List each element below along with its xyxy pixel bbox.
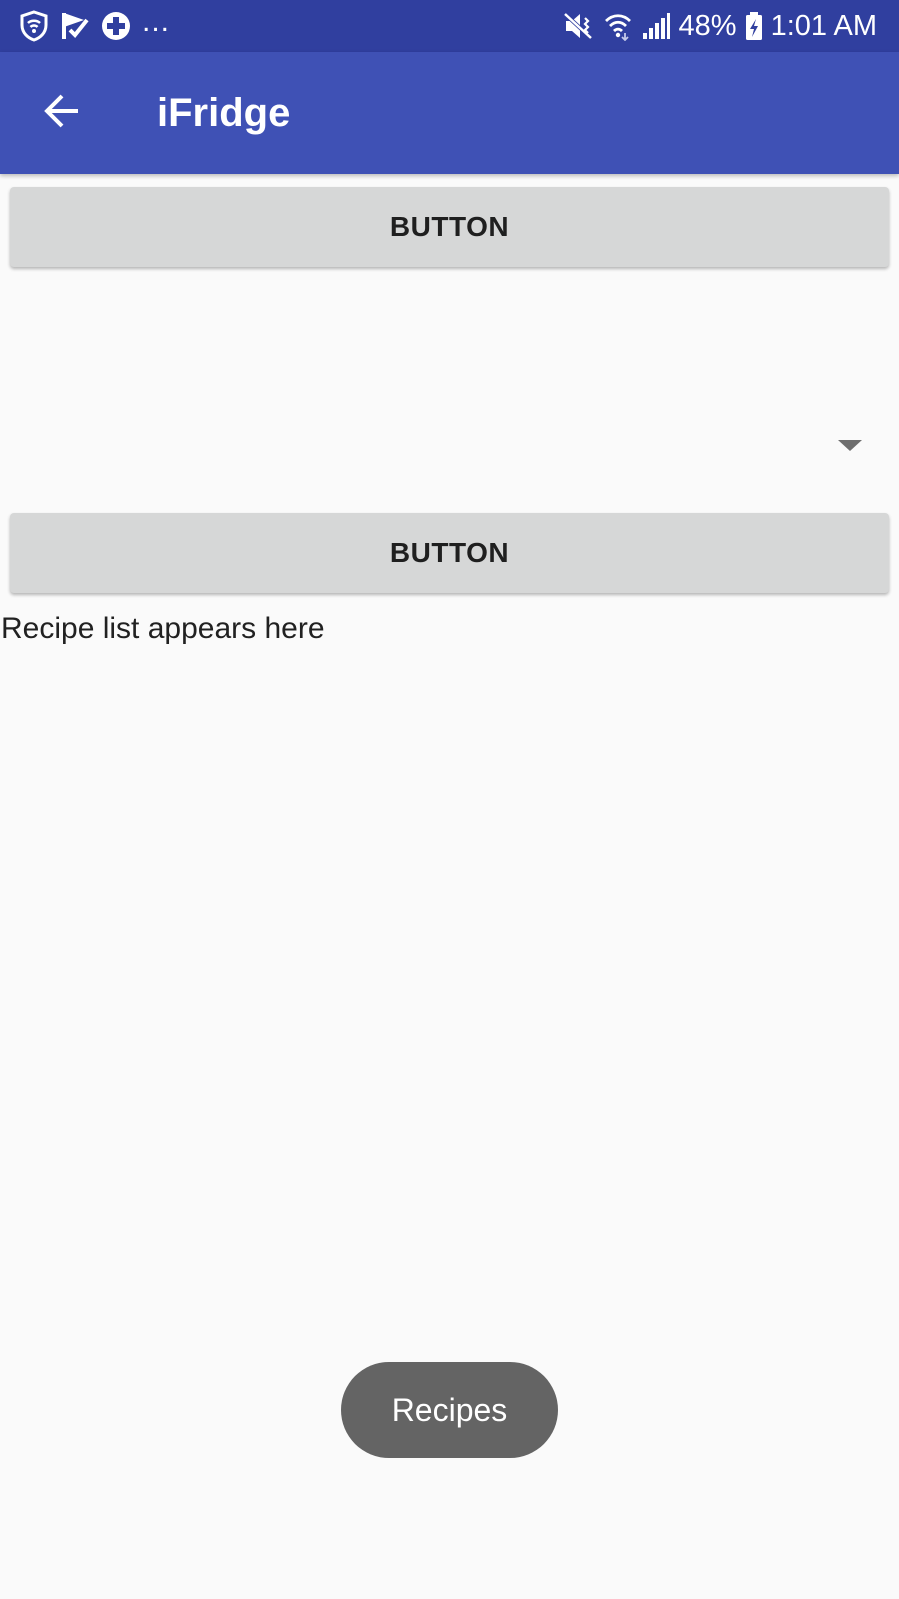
recipe-list-placeholder: Recipe list appears here bbox=[1, 612, 325, 645]
mute-vibrate-icon bbox=[563, 11, 595, 41]
second-button[interactable]: BUTTON bbox=[10, 513, 889, 593]
toast-message: Recipes bbox=[341, 1362, 558, 1458]
clock: 1:01 AM bbox=[770, 10, 877, 42]
dropdown-spinner[interactable] bbox=[10, 400, 889, 490]
battery-charging-icon bbox=[745, 11, 763, 41]
app-title: iFridge bbox=[157, 91, 291, 135]
plus-circle-icon bbox=[100, 10, 132, 42]
back-button[interactable] bbox=[20, 71, 104, 155]
app-bar: iFridge bbox=[0, 52, 899, 174]
system-icons: 48% 1:01 AM bbox=[563, 8, 877, 44]
notification-icons: ... bbox=[18, 5, 170, 44]
checkmark-flag-icon bbox=[60, 10, 90, 42]
overflow-indicator: ... bbox=[142, 5, 171, 38]
arrow-back-icon bbox=[42, 91, 82, 136]
first-button[interactable]: BUTTON bbox=[10, 187, 889, 267]
battery-percent: 48% bbox=[678, 10, 737, 42]
shield-icon bbox=[18, 10, 50, 42]
status-bar: ... 48% 1:01 AM bbox=[0, 0, 899, 52]
dropdown-arrow-icon bbox=[838, 440, 862, 451]
cellular-signal-icon bbox=[641, 11, 671, 41]
wifi-icon bbox=[603, 11, 633, 41]
